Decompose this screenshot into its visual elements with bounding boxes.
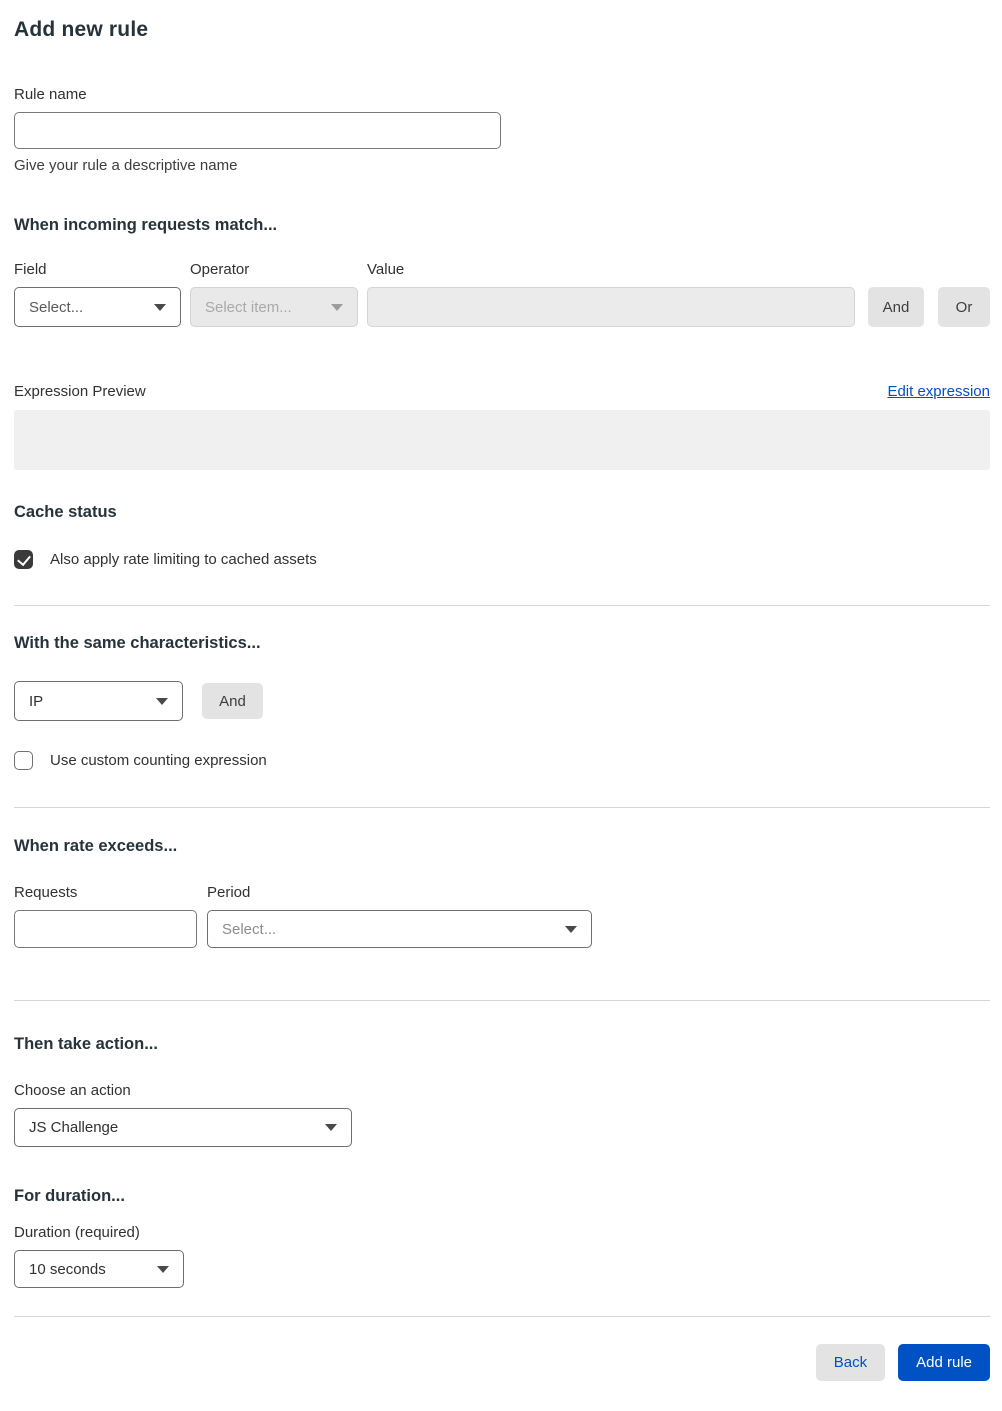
- duration-section: For duration... Duration (required) 10 s…: [14, 1187, 990, 1288]
- rule-name-input[interactable]: [14, 112, 501, 149]
- rate-heading: When rate exceeds...: [14, 837, 178, 855]
- custom-counting-checkbox-row: Use custom counting expression: [14, 751, 990, 770]
- characteristics-and-button[interactable]: And: [202, 683, 263, 719]
- action-heading: Then take action...: [14, 1035, 158, 1053]
- operator-label: Operator: [190, 261, 250, 278]
- characteristic-select-value: IP: [29, 692, 44, 710]
- match-heading: When incoming requests match...: [14, 216, 278, 234]
- add-rule-button[interactable]: Add rule: [898, 1344, 990, 1381]
- action-section: Then take action... Choose an action JS …: [14, 1035, 990, 1147]
- expression-preview-label: Expression Preview: [14, 383, 146, 400]
- divider: [14, 1316, 990, 1317]
- add-rule-form: Add new rule Rule name Give your rule a …: [0, 0, 1002, 1411]
- rule-name-group: Rule name Give your rule a descriptive n…: [14, 86, 990, 174]
- back-button[interactable]: Back: [815, 1344, 886, 1381]
- rule-name-help: Give your rule a descriptive name: [14, 157, 238, 174]
- rate-section: When rate exceeds... Requests Period Sel…: [14, 837, 990, 948]
- action-select-value: JS Challenge: [29, 1119, 119, 1136]
- field-select[interactable]: Select...: [14, 287, 181, 327]
- chevron-down-icon: [325, 1124, 337, 1131]
- expression-preview-box: [14, 410, 990, 470]
- expression-preview-row: Expression Preview Edit expression: [14, 383, 990, 400]
- cache-status-heading: Cache status: [14, 503, 117, 521]
- or-button[interactable]: Or: [938, 287, 990, 327]
- cache-status-section: Cache status Also apply rate limiting to…: [14, 503, 990, 569]
- chevron-down-icon: [565, 925, 577, 933]
- requests-label: Requests: [14, 884, 78, 901]
- chevron-down-icon: [331, 303, 343, 311]
- value-label: Value: [367, 261, 405, 278]
- custom-counting-checkbox-label: Use custom counting expression: [50, 752, 267, 769]
- operator-select-value: Select item...: [205, 298, 292, 316]
- period-select-value: Select...: [222, 920, 277, 938]
- duration-label: Duration (required): [14, 1224, 140, 1241]
- custom-counting-checkbox[interactable]: [14, 751, 33, 770]
- edit-expression-link[interactable]: Edit expression: [887, 383, 990, 400]
- duration-select-value: 10 seconds: [29, 1260, 106, 1278]
- value-input: [367, 287, 855, 327]
- field-label: Field: [14, 261, 47, 278]
- cached-assets-checkbox-label: Also apply rate limiting to cached asset…: [50, 551, 317, 568]
- duration-select[interactable]: 10 seconds: [14, 1250, 184, 1288]
- divider: [14, 605, 990, 606]
- field-select-value: Select...: [29, 298, 84, 316]
- and-button[interactable]: And: [868, 287, 924, 327]
- period-label: Period: [207, 884, 251, 901]
- cached-assets-checkbox[interactable]: [14, 550, 33, 569]
- period-select[interactable]: Select...: [207, 910, 592, 948]
- action-select[interactable]: JS Challenge: [14, 1108, 352, 1147]
- action-label: Choose an action: [14, 1082, 131, 1099]
- chevron-down-icon: [157, 1265, 169, 1273]
- operator-select: Select item...: [190, 287, 358, 327]
- cache-status-checkbox-row: Also apply rate limiting to cached asset…: [14, 550, 990, 569]
- rate-row: Requests Period Select...: [14, 884, 990, 948]
- chevron-down-icon: [156, 697, 168, 705]
- page-title: Add new rule: [14, 18, 149, 41]
- characteristic-select[interactable]: IP: [14, 681, 183, 721]
- divider: [14, 1000, 990, 1001]
- characteristics-section: With the same characteristics... IP And …: [14, 634, 990, 770]
- chevron-down-icon: [154, 303, 166, 311]
- footer-actions: Back Add rule: [14, 1344, 990, 1381]
- characteristics-heading: With the same characteristics...: [14, 634, 261, 652]
- match-section: When incoming requests match... Field Se…: [14, 216, 990, 470]
- requests-input[interactable]: [14, 910, 197, 948]
- rule-name-label: Rule name: [14, 86, 87, 103]
- divider: [14, 807, 990, 808]
- duration-heading: For duration...: [14, 1187, 125, 1205]
- characteristics-row: IP And: [14, 681, 990, 721]
- match-row: Field Select... Operator Select item... …: [14, 261, 990, 327]
